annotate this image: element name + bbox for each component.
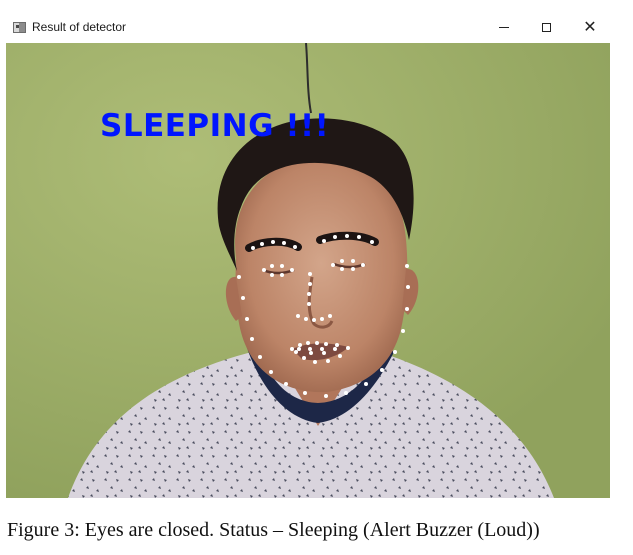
status-label: SLEEPING !!! bbox=[100, 108, 329, 144]
close-icon: ✕ bbox=[583, 17, 597, 36]
minimize-icon bbox=[499, 26, 509, 28]
minimize-button[interactable] bbox=[484, 16, 524, 38]
title-bar[interactable]: Result of detector ✕ bbox=[6, 12, 610, 43]
detector-window: Result of detector ✕ SLEEPING !!! bbox=[6, 12, 610, 498]
maximize-button[interactable] bbox=[526, 16, 566, 38]
window-title: Result of detector bbox=[32, 20, 127, 34]
camera-frame: SLEEPING !!! bbox=[6, 43, 610, 498]
maximize-icon bbox=[541, 22, 551, 32]
close-button[interactable]: ✕ bbox=[570, 16, 610, 38]
app-icon bbox=[13, 22, 26, 33]
figure-caption: Figure 3: Eyes are closed. Status – Slee… bbox=[7, 519, 540, 541]
